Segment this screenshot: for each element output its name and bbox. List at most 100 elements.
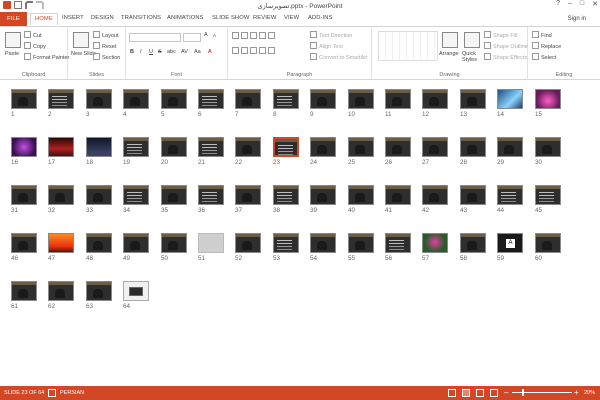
slide-thumbnail[interactable]: 28	[460, 137, 486, 166]
zoom-slider[interactable]	[512, 392, 572, 393]
strikethrough-button[interactable]: S	[158, 49, 162, 55]
underline-button[interactable]: U	[149, 49, 153, 55]
slide-sorter-view-icon[interactable]	[462, 389, 470, 397]
slide-thumbnail[interactable]: 54	[310, 233, 336, 262]
slide-thumbnail[interactable]: 2	[48, 89, 74, 118]
find-button[interactable]: Find	[532, 31, 552, 39]
slide-thumbnail[interactable]: 23	[273, 137, 299, 166]
slide-thumbnail[interactable]: 61	[11, 281, 37, 310]
slide-thumbnail[interactable]: 11	[385, 89, 411, 118]
tab-insert[interactable]: INSERT	[62, 15, 84, 21]
slide-thumbnail[interactable]: 44	[497, 185, 523, 214]
zoom-in-button[interactable]: +	[574, 388, 579, 397]
slide-thumbnail[interactable]: 3	[86, 89, 112, 118]
tab-add-ins[interactable]: ADD-INS	[308, 15, 333, 21]
slide-thumbnail[interactable]: 40	[348, 185, 374, 214]
convert-smartart-button[interactable]: Convert to SmartArt	[310, 53, 368, 61]
slide-thumbnail[interactable]: 37	[235, 185, 261, 214]
tab-design[interactable]: DESIGN	[91, 15, 114, 21]
align-buttons[interactable]	[232, 47, 277, 55]
slide-thumbnail[interactable]: 39	[310, 185, 336, 214]
slide-thumbnail[interactable]: 15	[535, 89, 561, 118]
reading-view-icon[interactable]	[476, 389, 484, 397]
slide-thumbnail[interactable]: 26	[385, 137, 411, 166]
zoom-level[interactable]: 20%	[584, 390, 595, 396]
font-size-combo[interactable]	[183, 33, 201, 42]
shape-fill-button[interactable]: Shape Fill	[484, 31, 517, 39]
section-button[interactable]: Section	[93, 53, 120, 61]
help-button[interactable]: ?	[556, 0, 560, 8]
slide-thumbnail[interactable]: 50	[161, 233, 187, 262]
slide-thumbnail[interactable]: 41	[385, 185, 411, 214]
sign-in-link[interactable]: Sign in	[568, 16, 586, 22]
slide-thumbnail[interactable]: 35	[161, 185, 187, 214]
quick-styles-button[interactable]: Quick Styles	[462, 51, 484, 63]
slide-thumbnail[interactable]: 31	[11, 185, 37, 214]
slide-thumbnail[interactable]: 64	[123, 281, 149, 310]
close-button[interactable]: ✕	[592, 0, 598, 8]
slide-thumbnail[interactable]: 9	[310, 89, 336, 118]
slide-thumbnail[interactable]: 53	[273, 233, 299, 262]
slide-thumbnail[interactable]: 43	[460, 185, 486, 214]
slide-thumbnail[interactable]: 7	[235, 89, 261, 118]
slide-thumbnail[interactable]: 56	[385, 233, 411, 262]
slide-thumbnail[interactable]: 60	[535, 233, 561, 262]
copy-button[interactable]: Copy	[24, 42, 46, 50]
font-name-combo[interactable]	[129, 33, 181, 42]
tab-file[interactable]: FILE	[0, 12, 27, 26]
slide-thumbnail[interactable]: 34	[123, 185, 149, 214]
slide-thumbnail[interactable]: 27	[422, 137, 448, 166]
tab-view[interactable]: VIEW	[284, 15, 299, 21]
select-button[interactable]: Select	[532, 53, 556, 61]
italic-button[interactable]: I	[140, 49, 142, 55]
slide-thumbnail[interactable]: 38	[273, 185, 299, 214]
list-buttons[interactable]	[232, 32, 277, 40]
slide-thumbnail[interactable]: 8	[273, 89, 299, 118]
slide-thumbnail[interactable]: 10	[348, 89, 374, 118]
arrange-button[interactable]: Arrange	[439, 51, 459, 57]
slide-thumbnail[interactable]: 33	[86, 185, 112, 214]
slide-thumbnail[interactable]: 32	[48, 185, 74, 214]
slide-thumbnail[interactable]: 19	[123, 137, 149, 166]
slide-thumbnail[interactable]: 57	[422, 233, 448, 262]
slide-thumbnail[interactable]: 4	[123, 89, 149, 118]
reset-button[interactable]: Reset	[93, 42, 116, 50]
slide-thumbnail[interactable]: 22	[235, 137, 261, 166]
slide-thumbnail[interactable]: 24	[310, 137, 336, 166]
slide-thumbnail[interactable]: 1	[11, 89, 37, 118]
normal-view-icon[interactable]	[448, 389, 456, 397]
bold-button[interactable]: B	[130, 49, 134, 55]
tab-animations[interactable]: ANIMATIONS	[167, 15, 204, 21]
shapes-gallery[interactable]	[378, 31, 438, 61]
slide-thumbnail[interactable]: 20	[161, 137, 187, 166]
format-painter-button[interactable]: Format Painter	[24, 53, 69, 61]
slide-thumbnail[interactable]: 14	[497, 89, 523, 118]
slide-thumbnail[interactable]: A 59	[497, 233, 523, 262]
slide-thumbnail[interactable]: 62	[48, 281, 74, 310]
tab-home[interactable]: HOME	[30, 13, 58, 25]
grow-font-button[interactable]: A	[204, 32, 208, 38]
zoom-out-button[interactable]: –	[504, 388, 508, 397]
text-direction-button[interactable]: Text Direction	[310, 31, 352, 39]
layout-button[interactable]: Layout	[93, 31, 119, 39]
slide-thumbnail[interactable]: 48	[86, 233, 112, 262]
slide-thumbnail[interactable]: 63	[86, 281, 112, 310]
slide-thumbnail[interactable]: 45	[535, 185, 561, 214]
slide-thumbnail[interactable]: 55	[348, 233, 374, 262]
shadow-button[interactable]: abc	[167, 49, 176, 55]
tab-transitions[interactable]: TRANSITIONS	[121, 15, 161, 21]
spelling-icon[interactable]	[48, 389, 56, 397]
slide-thumbnail[interactable]: 58	[460, 233, 486, 262]
tab-slide-show[interactable]: SLIDE SHOW	[212, 15, 249, 21]
slide-thumbnail[interactable]: 49	[123, 233, 149, 262]
slide-thumbnail[interactable]: 6	[198, 89, 224, 118]
slide-thumbnail[interactable]: 46	[11, 233, 37, 262]
slide-thumbnail[interactable]: 51	[198, 233, 224, 262]
slide-thumbnail[interactable]: 17	[48, 137, 74, 166]
font-color-button[interactable]: A	[208, 49, 212, 55]
slide-thumbnail[interactable]: 29	[497, 137, 523, 166]
slide-thumbnail[interactable]: 42	[422, 185, 448, 214]
cut-button[interactable]: Cut	[24, 31, 42, 39]
slide-thumbnail[interactable]: 25	[348, 137, 374, 166]
align-text-button[interactable]: Align Text	[310, 42, 343, 50]
